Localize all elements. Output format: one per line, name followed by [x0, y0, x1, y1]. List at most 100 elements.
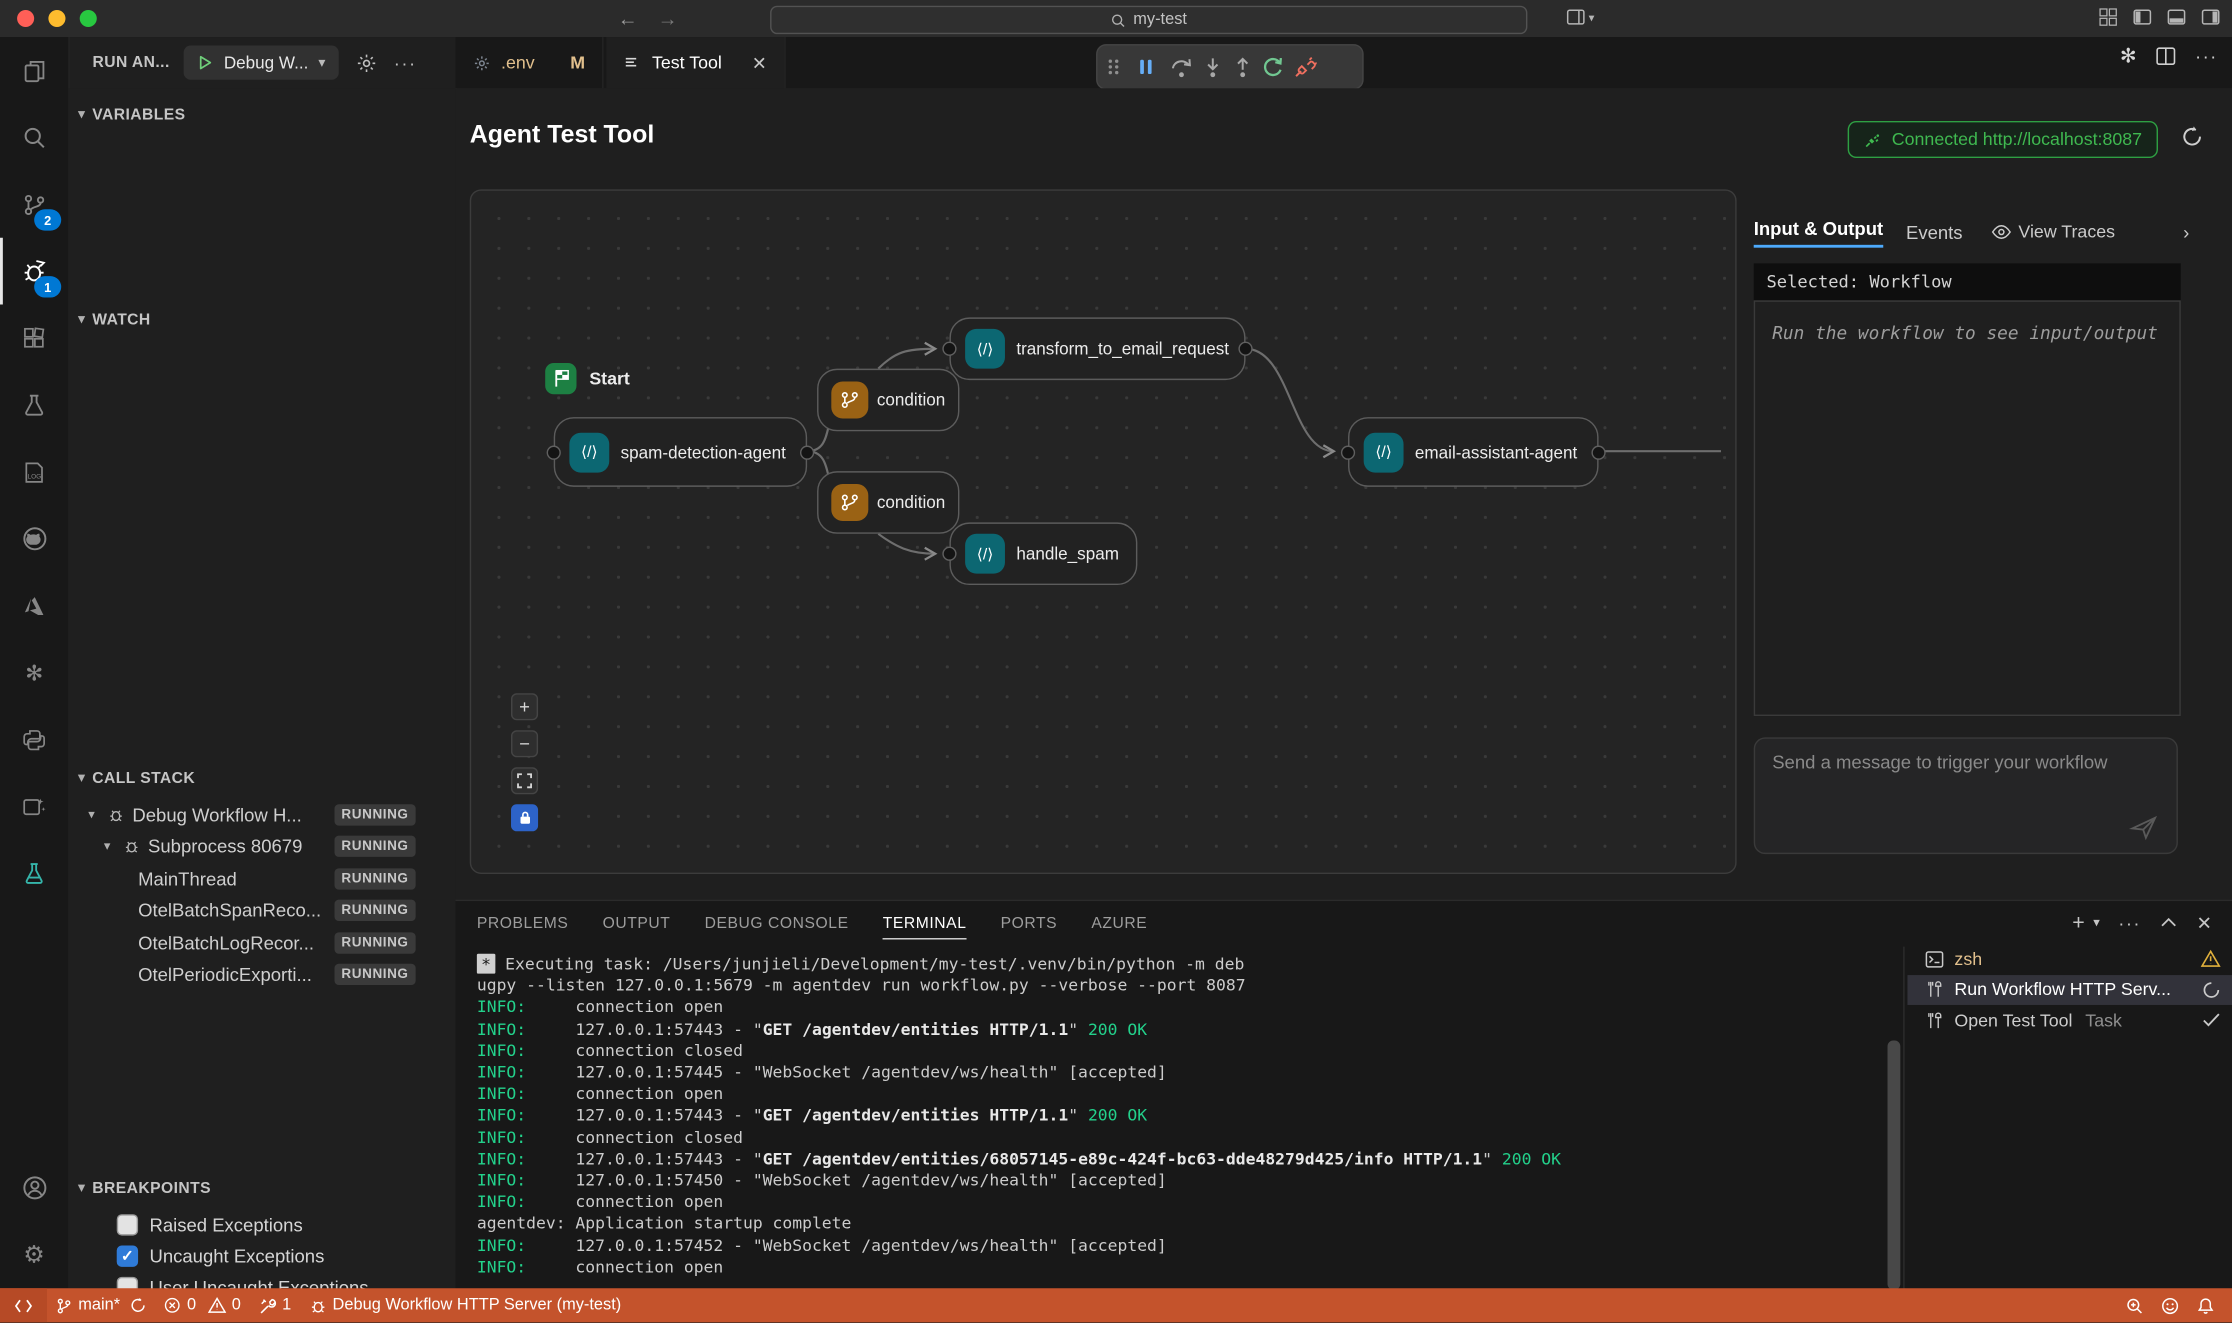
branch-status[interactable]: main* [47, 1288, 156, 1322]
call-stack-row[interactable]: OtelPeriodicExporti...RUNNING [68, 959, 455, 991]
debug-configuration-dropdown[interactable]: Debug W... ▾ [184, 46, 338, 80]
workflow-canvas[interactable]: Start ⟨/⟩ spam-detection-agent condition… [470, 189, 1737, 874]
output-port[interactable] [800, 445, 814, 459]
call-stack-row[interactable]: OtelBatchSpanReco...RUNNING [68, 895, 455, 927]
restart-button[interactable] [1261, 55, 1285, 79]
running-tasks-status[interactable]: 1 [249, 1288, 299, 1322]
activity-github[interactable] [0, 505, 68, 572]
step-into-button[interactable] [1201, 55, 1224, 79]
terminal-list-item[interactable]: zsh [1907, 944, 2232, 975]
call-stack-row[interactable]: ▾Subprocess 80679RUNNING [68, 831, 455, 863]
tab-input-output[interactable]: Input & Output [1754, 217, 1883, 247]
drag-handle[interactable] [1103, 56, 1123, 79]
gear-icon[interactable] [355, 52, 376, 73]
lock-interactivity-button[interactable] [511, 804, 538, 831]
more-actions-icon[interactable]: ··· [394, 52, 417, 73]
call-stack-row[interactable]: ▾Debug Workflow H...RUNNING [68, 799, 455, 831]
terminal-list-item[interactable]: Run Workflow HTTP Serv... [1907, 974, 2232, 1005]
layout-control-button[interactable]: ▾ [1566, 7, 1594, 27]
panel-tab-azure[interactable]: AZURE [1091, 910, 1147, 938]
breakpoint-row[interactable]: Raised Exceptions [68, 1209, 455, 1240]
panel-tab-debug-console[interactable]: DEBUG CONSOLE [705, 910, 849, 938]
close-panel-icon[interactable]: ✕ [2197, 912, 2213, 935]
close-window-button[interactable] [17, 10, 34, 27]
tab-env[interactable]: .env M [456, 37, 604, 88]
panel-tab-output[interactable]: OUTPUT [603, 910, 671, 938]
view-traces-button[interactable]: View Traces [1991, 222, 2115, 242]
panel-tab-terminal[interactable]: TERMINAL [883, 909, 967, 939]
terminal-dropdown-icon[interactable]: ▾ [2093, 915, 2099, 931]
terminal-list-item[interactable]: Open Test ToolTask [1907, 1005, 2232, 1036]
maximize-window-button[interactable] [80, 10, 97, 27]
workflow-node-transform-to-email-request[interactable]: ⟨/⟩ transform_to_email_request [949, 317, 1245, 380]
watch-section-header[interactable]: ▾ WATCH [68, 303, 455, 336]
close-icon[interactable]: ✕ [752, 52, 767, 73]
activity-run-and-debug[interactable]: 1 [0, 238, 68, 305]
activity-account[interactable] [0, 1154, 68, 1221]
panel-tab-ports[interactable]: PORTS [1001, 910, 1058, 938]
split-editor-icon[interactable] [2155, 46, 2176, 67]
activity-settings-gear[interactable]: ⚙ [0, 1221, 68, 1288]
activity-openai[interactable]: ✻ [0, 639, 68, 706]
activity-search[interactable] [0, 104, 68, 171]
connection-status-pill[interactable]: Connected http://localhost:8087 [1848, 121, 2158, 158]
new-terminal-icon[interactable]: + [2072, 911, 2084, 935]
send-icon[interactable] [2128, 813, 2159, 841]
activity-source-control[interactable]: 2 [0, 171, 68, 238]
workflow-node-handle-spam[interactable]: ⟨/⟩ handle_spam [949, 522, 1137, 585]
step-out-button[interactable] [1231, 55, 1254, 79]
breakpoint-checkbox[interactable]: ✓ [117, 1245, 138, 1266]
toggle-secondary-sidebar-icon[interactable] [2201, 7, 2221, 27]
activity-explorer[interactable] [0, 37, 68, 104]
panel-tab-problems[interactable]: PROBLEMS [477, 910, 569, 938]
pause-button[interactable] [1135, 56, 1158, 79]
problems-status[interactable]: 0 0 [156, 1288, 250, 1322]
back-arrow-icon[interactable]: ← [618, 7, 638, 30]
activity-testing[interactable] [0, 372, 68, 439]
terminal-scrollbar[interactable] [1888, 984, 1901, 1311]
forward-arrow-icon[interactable]: → [658, 7, 678, 30]
call-stack-row[interactable]: OtelBatchLogRecor...RUNNING [68, 927, 455, 959]
breakpoint-checkbox[interactable] [117, 1214, 138, 1235]
breakpoint-row[interactable]: ✓Uncaught Exceptions [68, 1240, 455, 1271]
tab-events[interactable]: Events [1906, 221, 1969, 242]
activity-flask[interactable] [0, 840, 68, 907]
workflow-node-spam-detection-agent[interactable]: ⟨/⟩ spam-detection-agent [554, 417, 807, 487]
editor-grid-layout-icon[interactable] [2098, 7, 2118, 27]
input-port[interactable] [942, 547, 956, 561]
activity-azure[interactable] [0, 572, 68, 639]
more-actions-icon[interactable]: ··· [2195, 46, 2218, 67]
output-port[interactable] [1238, 342, 1252, 356]
input-port[interactable] [547, 445, 561, 459]
activity-extensions[interactable] [0, 305, 68, 372]
input-port[interactable] [942, 342, 956, 356]
workflow-node-start[interactable]: Start [545, 363, 630, 394]
workflow-node-condition-bottom[interactable]: condition [817, 471, 959, 534]
notifications-status[interactable] [2188, 1288, 2232, 1322]
copilot-swirl-icon[interactable]: ✻ [2120, 44, 2137, 68]
minimize-window-button[interactable] [48, 10, 65, 27]
call-stack-section-header[interactable]: ▾ CALL STACK [68, 762, 455, 795]
terminal-output[interactable]: * Executing task: /Users/junjieli/Develo… [477, 954, 1886, 1279]
zoom-out-button[interactable]: − [511, 730, 538, 757]
activity-project-manager[interactable] [0, 773, 68, 840]
more-actions-icon[interactable]: ··· [2118, 912, 2141, 933]
message-composer[interactable]: Send a message to trigger your workflow [1754, 737, 2178, 854]
screencast-zoom-status[interactable] [2117, 1288, 2153, 1322]
output-port[interactable] [1591, 445, 1605, 459]
debug-session-status[interactable]: Debug Workflow HTTP Server (my-test) [300, 1288, 630, 1322]
start-debug-icon[interactable] [197, 54, 214, 71]
call-stack-row[interactable]: MainThreadRUNNING [68, 863, 455, 895]
tab-test-tool[interactable]: Test Tool ✕ [606, 37, 785, 88]
disconnect-button[interactable] [1293, 55, 1317, 79]
breakpoints-section-header[interactable]: ▾ BREAKPOINTS [68, 1172, 455, 1205]
variables-section-header[interactable]: ▾ VARIABLES [68, 98, 455, 131]
step-over-button[interactable] [1169, 55, 1195, 79]
maximize-panel-icon[interactable] [2160, 914, 2179, 933]
refresh-icon[interactable] [2181, 125, 2204, 148]
workflow-node-condition-top[interactable]: condition [817, 369, 959, 432]
command-center-search[interactable]: my-test [770, 6, 1527, 34]
activity-log-viewer[interactable]: LOG [0, 438, 68, 505]
toggle-sidebar-icon[interactable] [2132, 7, 2152, 27]
activity-python[interactable] [0, 706, 68, 773]
